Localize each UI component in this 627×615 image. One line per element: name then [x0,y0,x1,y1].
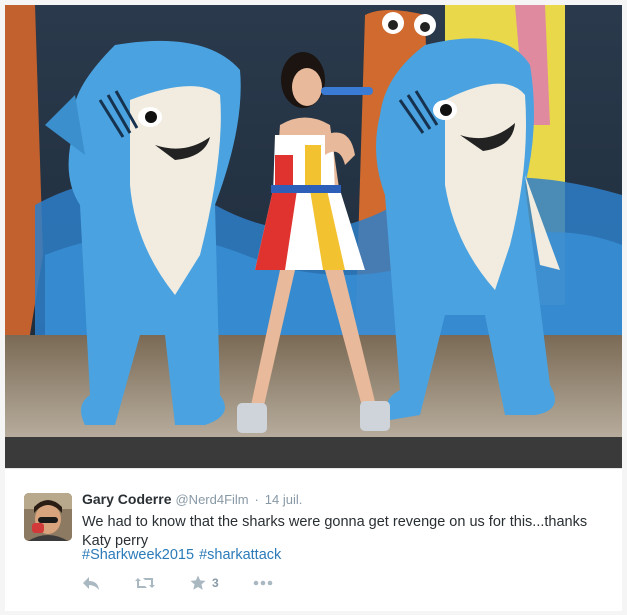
user-name[interactable]: Gary Coderre [82,491,171,507]
favorite-button[interactable]: 3 [190,575,219,591]
hashtag-link[interactable]: #Sharkweek2015 [82,547,194,563]
user-avatar[interactable] [24,493,72,541]
retweet-button[interactable] [134,575,156,591]
tweet-card: Gary Coderre @Nerd4Film · 14 juil. We had… [5,468,622,611]
hashtag-list: #Sharkweek2015 #sharkattack [82,547,286,563]
separator-dot: · [254,492,259,507]
reply-button[interactable] [82,575,100,591]
user-handle[interactable]: @Nerd4Film [175,492,248,507]
tweet-timestamp[interactable]: 14 juil. [265,492,303,507]
tweet-frame: Gary Coderre @Nerd4Film · 14 juil. We had… [0,0,627,615]
favorite-count: 3 [212,576,219,590]
more-icon [253,580,273,586]
more-button[interactable] [253,580,273,586]
hashtag-link[interactable]: #sharkattack [199,547,281,563]
star-icon [190,575,206,591]
tweet-actions: 3 [82,573,307,593]
tweet-photo[interactable] [5,5,622,468]
tweet-header: Gary Coderre @Nerd4Film · 14 juil. [82,491,302,507]
tweet-text: We had to know that the sharks were gonn… [82,514,588,549]
reply-icon [82,575,100,591]
retweet-icon [134,575,156,591]
